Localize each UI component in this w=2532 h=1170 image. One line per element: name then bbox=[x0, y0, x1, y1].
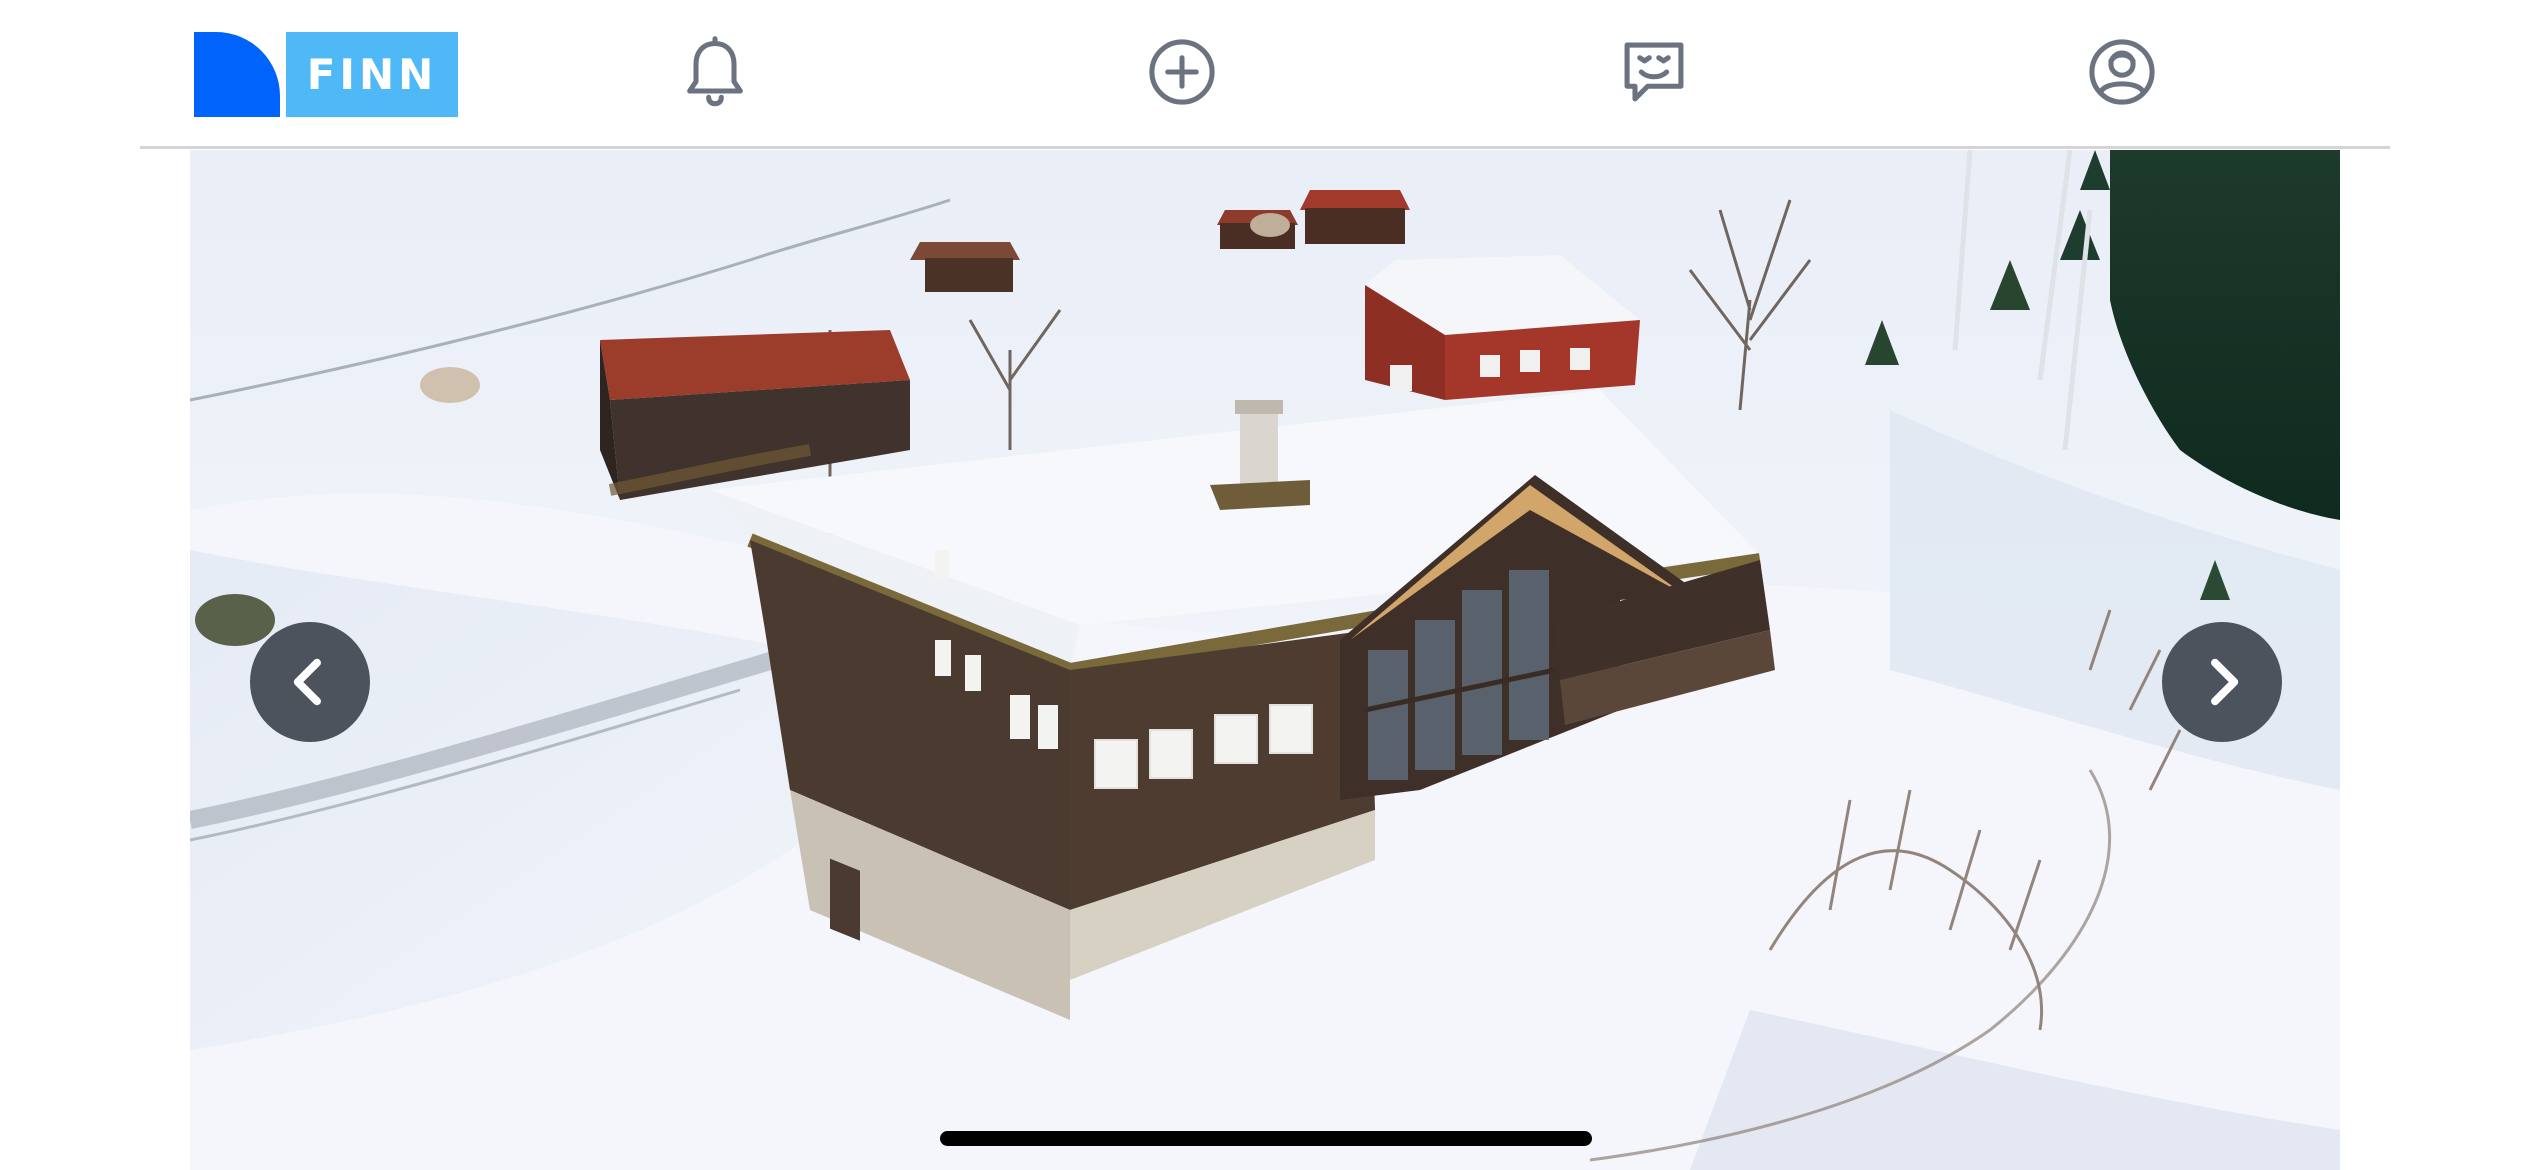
chat-smile-icon[interactable] bbox=[1614, 32, 1694, 112]
listing-image-gallery[interactable] bbox=[190, 150, 2340, 1170]
top-navigation-bar: FINN bbox=[0, 0, 2532, 149]
finn-logo-text: FINN bbox=[280, 32, 458, 117]
plus-circle-icon[interactable] bbox=[1142, 32, 1222, 112]
home-indicator[interactable] bbox=[940, 1131, 1592, 1146]
page: FINN bbox=[0, 0, 2532, 1170]
finn-logo-mark bbox=[194, 32, 280, 117]
finn-logo[interactable]: FINN bbox=[194, 32, 458, 117]
bell-icon[interactable] bbox=[675, 32, 755, 112]
chevron-left-icon bbox=[293, 658, 321, 706]
user-circle-icon[interactable] bbox=[2082, 32, 2162, 112]
header-divider bbox=[140, 146, 2390, 149]
previous-image-button[interactable] bbox=[250, 622, 370, 742]
chevron-right-icon bbox=[2211, 658, 2239, 706]
next-image-button[interactable] bbox=[2162, 622, 2282, 742]
snow-cabin-photo bbox=[190, 150, 2340, 1170]
